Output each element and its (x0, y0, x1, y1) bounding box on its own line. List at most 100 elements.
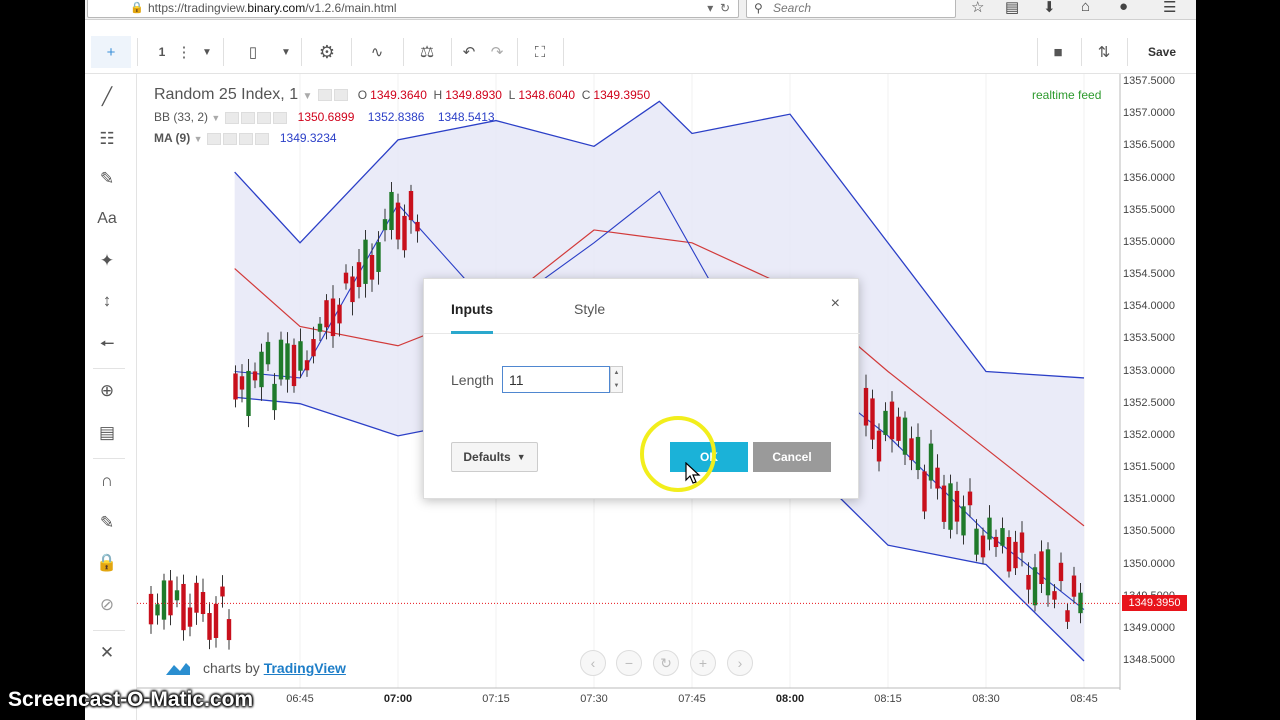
scroll-right-icon[interactable]: › (727, 650, 753, 676)
length-stepper[interactable]: ▲ ▼ (610, 366, 623, 393)
candle (1071, 575, 1077, 597)
candle (382, 219, 388, 231)
time-tick-label: 07:30 (580, 693, 608, 705)
candle (876, 430, 882, 462)
candle (974, 528, 979, 555)
price-tick-label: 1354.5000 (1123, 268, 1175, 280)
candle (389, 191, 394, 230)
candle (1065, 610, 1070, 622)
candle (922, 471, 927, 512)
low-value: 1348.6040 (518, 88, 576, 102)
candle (935, 467, 940, 489)
candle (356, 262, 362, 288)
candle (967, 491, 973, 506)
price-tick-label: 1353.5000 (1123, 332, 1175, 345)
ma-value: 1349.3234 (279, 131, 337, 145)
reset-icon[interactable]: ↻ (653, 650, 679, 676)
candle (928, 443, 934, 481)
candle (343, 272, 349, 284)
candle (408, 190, 414, 221)
candle (941, 485, 947, 522)
price-tick-label: 1356.0000 (1123, 171, 1175, 184)
zoom-out-icon[interactable]: − (616, 650, 642, 676)
ma-label[interactable]: MA (9) (154, 131, 190, 145)
defaults-button[interactable]: Defaults ▼ (451, 442, 538, 472)
candle (402, 215, 407, 251)
close-value: 1349.3950 (593, 88, 651, 102)
price-tick-label: 1356.5000 (1123, 139, 1175, 152)
candle (194, 582, 199, 613)
candle (337, 304, 342, 324)
open-value: 1349.3640 (370, 88, 427, 102)
candle (1019, 532, 1025, 553)
candle (896, 416, 901, 441)
symbol-title[interactable]: Random 25 Index, 1 (154, 86, 298, 103)
candle (148, 593, 154, 625)
time-tick-label: 08:30 (972, 693, 1000, 705)
scroll-left-icon[interactable]: ‹ (580, 650, 606, 676)
price-tick-label: 1355.5000 (1123, 203, 1175, 216)
candle (1000, 528, 1005, 546)
candle (889, 401, 895, 440)
close-icon[interactable]: × (831, 295, 840, 313)
candle (291, 344, 297, 387)
price-tick-label: 1357.0000 (1123, 107, 1175, 120)
candle (1039, 551, 1044, 584)
candle (161, 580, 167, 620)
price-tick-label: 1353.0000 (1123, 364, 1175, 377)
high-value: 1349.8930 (445, 88, 502, 102)
browser-window: 🔒 https://tradingview.binary.com/v1.2.6/… (85, 0, 1196, 720)
candle (1026, 574, 1031, 590)
candle (181, 583, 186, 631)
candle (1045, 549, 1051, 596)
candle (1032, 567, 1038, 606)
candle (278, 339, 284, 380)
candle (993, 536, 999, 548)
candle (954, 490, 960, 522)
price-tick-label: 1352.0000 (1123, 428, 1175, 441)
price-tick-label: 1348.5000 (1123, 654, 1175, 666)
tab-style[interactable]: Style (574, 301, 605, 317)
candle (233, 373, 238, 400)
click-highlight-ring (640, 416, 716, 492)
candle (155, 604, 160, 616)
length-label: Length (451, 372, 494, 388)
time-tick-label: 06:45 (286, 693, 314, 705)
active-tab-indicator (451, 331, 493, 334)
candle (239, 376, 245, 390)
price-tick-label: 1352.5000 (1123, 396, 1175, 409)
time-tick-label: 07:00 (383, 693, 413, 705)
time-tick-label: 08:00 (775, 693, 805, 705)
candle (213, 603, 219, 638)
tab-inputs[interactable]: Inputs (451, 301, 493, 317)
candle (285, 343, 290, 380)
candle (1013, 541, 1018, 569)
candle (909, 438, 914, 461)
cancel-button[interactable]: Cancel (753, 442, 831, 472)
candle (1052, 591, 1057, 600)
ma-legend: MA (9) ▼ 1349.3234 (154, 131, 337, 145)
bb-label[interactable]: BB (33, 2) (154, 110, 208, 124)
tradingview-link[interactable]: TradingView (264, 660, 346, 676)
candle (350, 276, 355, 303)
length-input[interactable] (502, 366, 610, 393)
time-tick-label: 07:45 (678, 693, 706, 705)
price-tick-label: 1350.5000 (1123, 525, 1175, 538)
price-tick-label: 1349.0000 (1123, 621, 1175, 634)
price-tick-label: 1354.0000 (1123, 300, 1175, 313)
candle (317, 323, 323, 332)
candle (324, 300, 329, 328)
time-tick-label: 08:15 (874, 693, 902, 705)
bb-upper-value: 1352.8386 (367, 110, 425, 124)
candle (298, 341, 303, 371)
bb-legend: BB (33, 2) ▼ 1350.6899 1352.8386 1348.54… (154, 110, 495, 124)
candle (220, 586, 225, 597)
candle (265, 341, 271, 365)
candle (174, 590, 180, 601)
candle (376, 242, 381, 272)
zoom-in-icon[interactable]: + (690, 650, 716, 676)
realtime-feed-label: realtime feed (1032, 88, 1102, 102)
candle (272, 383, 277, 411)
screencast-watermark: Screencast-O-Matic.com (8, 688, 254, 711)
candle (1006, 537, 1012, 572)
